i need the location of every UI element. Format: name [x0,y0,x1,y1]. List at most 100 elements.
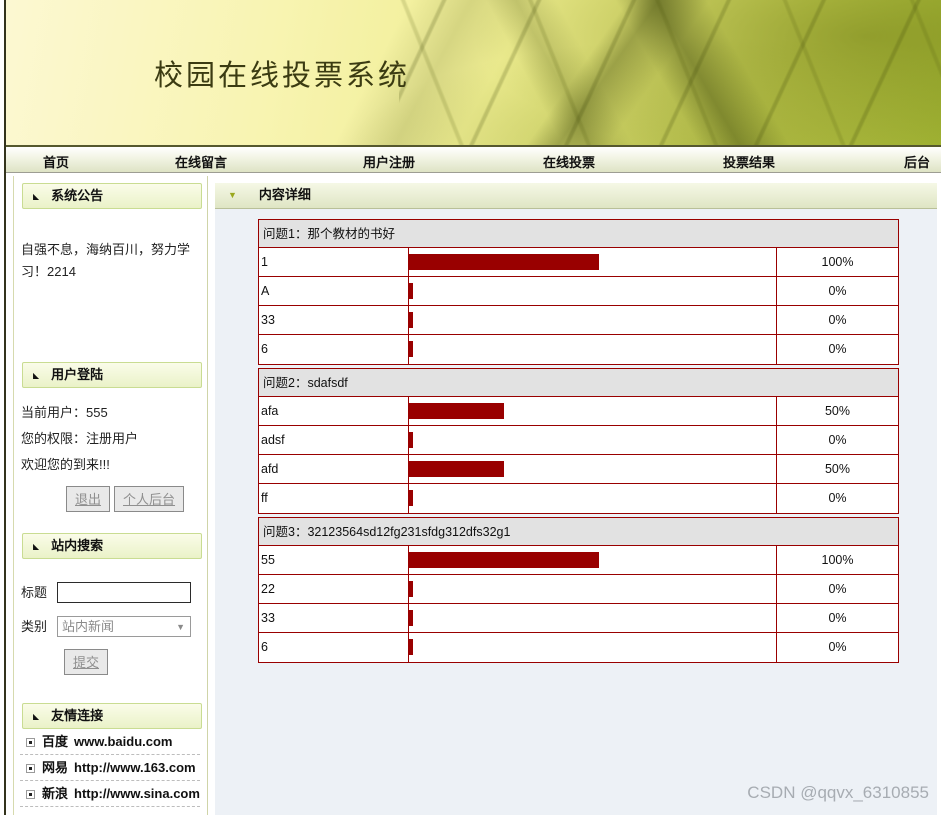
search-submit-button[interactable]: 提交 [64,649,109,675]
friend-link[interactable]: 百度 www.baidu.com [20,729,200,755]
poll-bar-cell [409,397,777,425]
poll-result-bar [409,341,413,357]
section-friend-links: ◣ 友情连接 百度 www.baidu.com 网易 http://www.163.co… [14,703,207,807]
collapse-triangle-icon: ◣ [33,542,40,551]
square-bullet-icon [26,790,35,799]
search-header: ◣ 站内搜索 [22,533,202,559]
poll-bar-cell [409,484,777,513]
category-selected-value: 站内新闻 [62,619,115,635]
poll-option-row: afd 50% [259,455,898,484]
poll-option-label: 33 [259,604,409,632]
login-title: 用户登陆 [51,367,104,382]
poll-bar-cell [409,455,777,483]
poll-option-row: ff 0% [259,484,898,513]
poll-percent: 100% [821,255,854,269]
poll-question: 问题3：32123564sd12fg231sfdg312dfs32g1 [259,518,898,546]
poll-option-label: 6 [259,335,409,364]
nav-item-6[interactable]: 后台 [904,152,930,171]
watermark-text: CSDN @qqvx_6310855 [747,783,929,802]
content-detail-header: ▼ 内容详细 [215,183,937,209]
main-panel: ▼ 内容详细 问题1：那个教材的书好 1 100% A 0% 33 0% 6 0% 问题2：sdaf… [215,183,937,815]
link-url: www.baidu.com [74,734,173,749]
poll-result-bar [409,552,599,568]
link-url: http://www.sina.com [74,786,200,801]
poll-option-label: afd [259,455,409,483]
poll-option-row: adsf 0% [259,426,898,455]
search-keyword-input[interactable] [57,582,191,604]
section-announcement: ◣ 系统公告 自强不息，海纳百川，努力学习！2214 [14,183,207,283]
poll-result-bar [409,432,413,448]
personal-admin-button[interactable]: 个人后台 [114,486,185,512]
nav-item-1[interactable]: 首页 [43,152,69,171]
poll-result-bar [409,490,413,506]
login-header: ◣ 用户登陆 [22,362,202,388]
poll-bar-cell [409,633,777,662]
expand-triangle-icon: ▼ [228,190,237,200]
poll-percent: 0% [828,313,847,327]
poll-option-row: 55 100% [259,546,898,575]
poll-percent: 0% [828,342,847,356]
poll-option-row: 33 0% [259,604,898,633]
poll-result-bar [409,312,413,328]
poll-option-label: 1 [259,248,409,276]
poll-table: 问题2：sdafsdf afa 50% adsf 0% afd 50% ff 0% [258,368,899,514]
current-user-text: 当前用户：555 [21,405,108,420]
keyword-label: 标题 [21,584,48,600]
poll-option-label: A [259,277,409,305]
poll-percent: 0% [828,491,847,505]
poll-result-bar [409,283,413,299]
poll-percent: 100% [821,553,854,567]
banner: 校园在线投票系统 [6,0,941,145]
poll-result-bar [409,461,504,477]
poll-result-bar [409,254,599,270]
category-select[interactable]: 站内新闻 ▼ [57,616,191,638]
poll-percent: 0% [828,582,847,596]
poll-percent: 0% [828,284,847,298]
poll-option-row: 33 0% [259,306,898,335]
poll-table: 问题1：那个教材的书好 1 100% A 0% 33 0% 6 0% [258,219,899,365]
poll-option-label: afa [259,397,409,425]
link-site-name: 百度 [42,734,69,749]
poll-option-row: 6 0% [259,335,898,364]
poll-bar-cell [409,604,777,632]
nav-item-5[interactable]: 投票结果 [723,152,775,171]
nav-item-3[interactable]: 用户注册 [363,152,415,171]
login-body: 当前用户：555 您的权限：注册用户 欢迎您的到来!!! 退出 个人后台 [14,388,207,512]
poll-option-label: ff [259,484,409,513]
logout-button[interactable]: 退出 [66,486,111,512]
poll-option-row: 1 100% [259,248,898,277]
announcement-header: ◣ 系统公告 [22,183,202,209]
permission-text: 您的权限：注册用户 [21,431,139,446]
content-detail-title: 内容详细 [258,187,311,202]
poll-question: 问题1：那个教材的书好 [259,220,898,248]
poll-bar-cell [409,248,777,276]
announcement-title: 系统公告 [51,188,104,203]
sidebar: ◣ 系统公告 自强不息，海纳百川，努力学习！2214 ◣ 用户登陆 当前用户：555… [13,176,208,815]
login-buttons: 退出 个人后台 [66,486,200,512]
nav-item-4[interactable]: 在线投票 [543,152,595,171]
friend-link[interactable]: 新浪 http://www.sina.com [20,781,200,807]
poll-bar-cell [409,426,777,454]
friend-link[interactable]: 网易 http://www.163.com [20,755,200,781]
category-row: 类别 站内新闻 ▼ [21,615,200,638]
poll-bar-cell [409,277,777,305]
friend-links-list: 百度 www.baidu.com 网易 http://www.163.com 新浪 htt… [14,729,207,807]
nav-bar: 首页 在线留言 用户注册 在线投票 投票结果 后台 [6,145,941,173]
poll-result-bar [409,639,413,655]
poll-percent: 50% [824,404,851,418]
square-bullet-icon [26,738,35,747]
polls: 问题1：那个教材的书好 1 100% A 0% 33 0% 6 0% 问题2：sdafsdf afa… [258,219,899,666]
page: 校园在线投票系统 首页 在线留言 用户注册 在线投票 投票结果 后台 ◣ 系统公告 自强不息… [0,0,943,815]
nav-item-2[interactable]: 在线留言 [175,152,227,171]
friend-links-header: ◣ 友情连接 [22,703,202,729]
content-area: ◣ 系统公告 自强不息，海纳百川，努力学习！2214 ◣ 用户登陆 当前用户：555… [6,176,941,815]
category-label: 类别 [21,618,48,634]
poll-percent: 50% [824,462,851,476]
chevron-down-icon: ▼ [176,622,185,633]
link-site-name: 新浪 [42,786,69,801]
poll-result-bar [409,403,504,419]
poll-option-label: 33 [259,306,409,334]
search-title: 站内搜索 [51,538,104,553]
poll-option-label: adsf [259,426,409,454]
site-frame: 校园在线投票系统 首页 在线留言 用户注册 在线投票 投票结果 后台 ◣ 系统公告 自强不息… [4,0,941,815]
